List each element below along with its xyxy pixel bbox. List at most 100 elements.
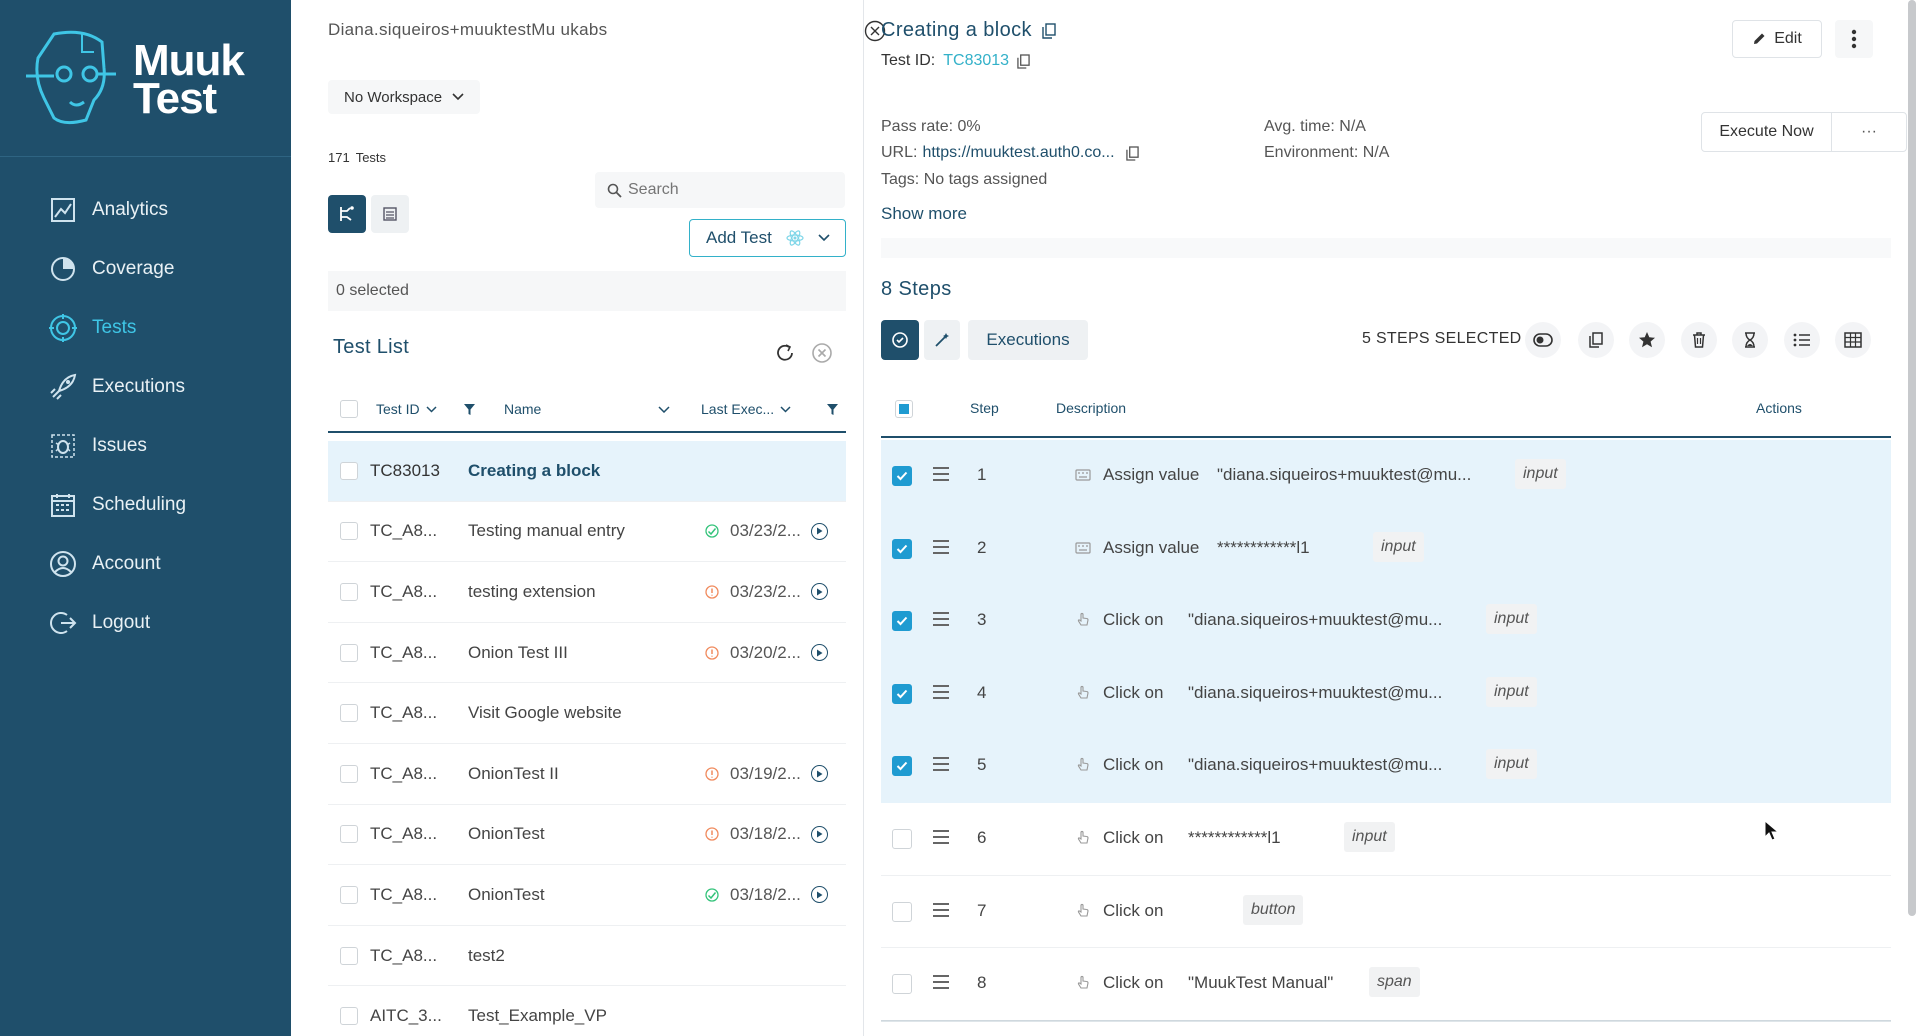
table-row[interactable]: TC_A8... test2 [328,926,846,987]
table-row[interactable]: TC_A8... Visit Google website [328,683,846,744]
sidebar-item-logout[interactable]: Logout [0,593,291,652]
table-row[interactable]: TC_A8... OnionTest 03/18/2... [328,865,846,926]
play-icon[interactable] [811,522,828,540]
step-row[interactable]: 3 Click on "diana.siqueiros+muuktest@mu...… [881,585,1891,658]
table-steps-button[interactable] [1835,322,1871,358]
drag-handle-icon[interactable] [933,757,949,772]
sidebar-item-issues[interactable]: Issues [0,416,291,475]
row-checkbox[interactable] [340,582,358,601]
table-row[interactable]: TC_A8... Onion Test III 03/20/2... [328,623,846,684]
sidebar-item-tests[interactable]: Tests [0,298,291,357]
wait-step-button[interactable] [1732,322,1768,358]
scrollbar[interactable] [1908,0,1916,916]
execute-options-button[interactable]: ··· [1832,123,1906,141]
delete-steps-button[interactable] [1681,322,1717,358]
step-row[interactable]: 6 Click on ************l1 input [881,803,1891,876]
play-icon[interactable] [811,765,828,783]
test-id-value[interactable]: TC83013 [943,52,1009,70]
step-row[interactable]: 4 Click on "diana.siqueiros+muuktest@mu...… [881,657,1891,731]
copy-icon[interactable] [1017,53,1030,69]
row-checkbox[interactable] [340,704,358,723]
show-more-link[interactable]: Show more [881,204,967,224]
column-name[interactable]: Name [504,401,541,417]
filter-icon[interactable] [463,403,476,416]
tests-count-number: 171 [328,150,350,165]
sidebar-item-scheduling[interactable]: Scheduling [0,475,291,534]
sidebar-item-account[interactable]: Account [0,534,291,593]
play-icon[interactable] [811,825,828,843]
row-checkbox[interactable] [340,643,358,662]
column-test-id[interactable]: Test ID [376,401,437,417]
play-icon[interactable] [811,583,828,601]
favorite-steps-button[interactable] [1629,322,1665,358]
row-checkbox[interactable] [340,461,358,480]
row-checkbox[interactable] [340,764,358,783]
workspace-select[interactable]: No Workspace [328,80,481,114]
add-test-button[interactable]: Add Test [689,219,846,257]
play-icon[interactable] [811,886,828,904]
step-row[interactable]: 1 Assign value "diana.siqueiros+muuktest@m… [881,440,1891,513]
table-row[interactable]: TC_A8... OnionTest 03/18/2... [328,805,846,866]
add-test-label: Add Test [706,228,772,247]
drag-handle-icon[interactable] [933,902,949,917]
step-checkbox[interactable] [892,683,912,704]
sidebar-item-analytics[interactable]: Analytics [0,180,291,239]
edit-steps-button[interactable] [924,320,960,360]
step-row[interactable]: 2 Assign value ************l1 input [881,512,1891,586]
copy-icon[interactable] [1125,145,1139,161]
step-row[interactable]: 7 Click on button [881,876,1891,949]
step-row[interactable]: 8 Click on "MuukTest Manual" span [881,948,1891,1021]
drag-handle-icon[interactable] [933,539,949,554]
step-checkbox[interactable] [892,974,912,995]
row-checkbox[interactable] [340,1007,358,1026]
execute-now-button[interactable]: Execute Now [1702,113,1832,151]
copy-icon[interactable] [1042,22,1056,39]
table-row[interactable]: TC_A8... testing extension 03/23/2... [328,562,846,623]
list-steps-button[interactable] [1784,322,1820,358]
table-row[interactable]: TC_A8... OnionTest II 03/19/2... [328,744,846,805]
steps-view-button[interactable] [881,320,919,360]
step-row[interactable]: 5 Click on "diana.siqueiros+muuktest@mu...… [881,730,1891,803]
url-link[interactable]: https://muuktest.auth0.co... [922,144,1114,162]
toggle-visibility-button[interactable] [1525,322,1561,358]
clear-filters-icon[interactable] [811,342,833,364]
row-checkbox[interactable] [340,522,358,541]
table-row[interactable]: AITC_3... Test_Example_VP [328,986,846,1036]
sidebar-item-coverage[interactable]: Coverage [0,239,291,298]
edit-button[interactable]: Edit [1732,20,1822,58]
sidebar-item-executions[interactable]: Executions [0,357,291,416]
filter-icon[interactable] [826,403,839,416]
play-icon[interactable] [811,644,828,662]
chevron-down-icon[interactable] [658,405,670,413]
search-input[interactable] [628,181,828,199]
refresh-icon[interactable] [774,342,796,364]
select-all-checkbox[interactable] [340,400,358,418]
executions-button[interactable]: Executions [968,320,1088,360]
column-last-execution[interactable]: Last Exec... [701,401,791,417]
drag-handle-icon[interactable] [933,975,949,990]
table-row[interactable]: TC_A8... Testing manual entry 03/23/2... [328,502,846,563]
execute-now-group: Execute Now ··· [1701,112,1907,152]
step-checkbox[interactable] [892,466,912,486]
row-checkbox[interactable] [340,946,358,965]
more-options-button[interactable] [1835,20,1873,58]
row-checkbox[interactable] [340,885,358,904]
duplicate-steps-button[interactable] [1578,322,1614,358]
drag-handle-icon[interactable] [933,612,949,627]
table-row[interactable]: TC83013 Creating a block [328,441,846,502]
step-checkbox[interactable] [892,901,912,922]
logo[interactable]: Muuk Test [0,0,291,157]
drag-handle-icon[interactable] [933,684,949,699]
row-checkbox[interactable] [340,825,358,844]
step-checkbox[interactable] [892,828,912,849]
select-all-steps-checkbox[interactable] [895,400,913,418]
list-view-button[interactable] [371,195,409,233]
step-checkbox[interactable] [892,611,912,632]
step-checkbox[interactable] [892,538,912,559]
mouse-cursor-icon [1764,820,1780,841]
drag-handle-icon[interactable] [933,467,949,481]
flow-view-button[interactable] [328,195,366,233]
search-box[interactable] [595,172,845,208]
step-checkbox[interactable] [892,756,912,777]
drag-handle-icon[interactable] [933,829,949,844]
